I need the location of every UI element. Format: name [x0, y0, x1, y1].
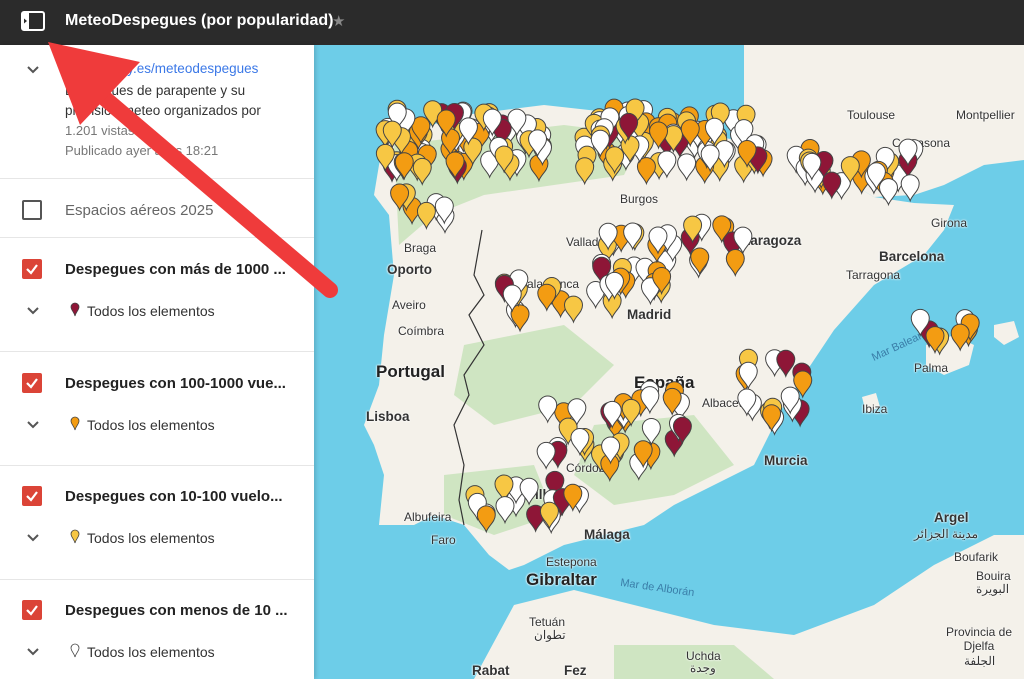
red-arrow-annotation	[48, 42, 338, 298]
